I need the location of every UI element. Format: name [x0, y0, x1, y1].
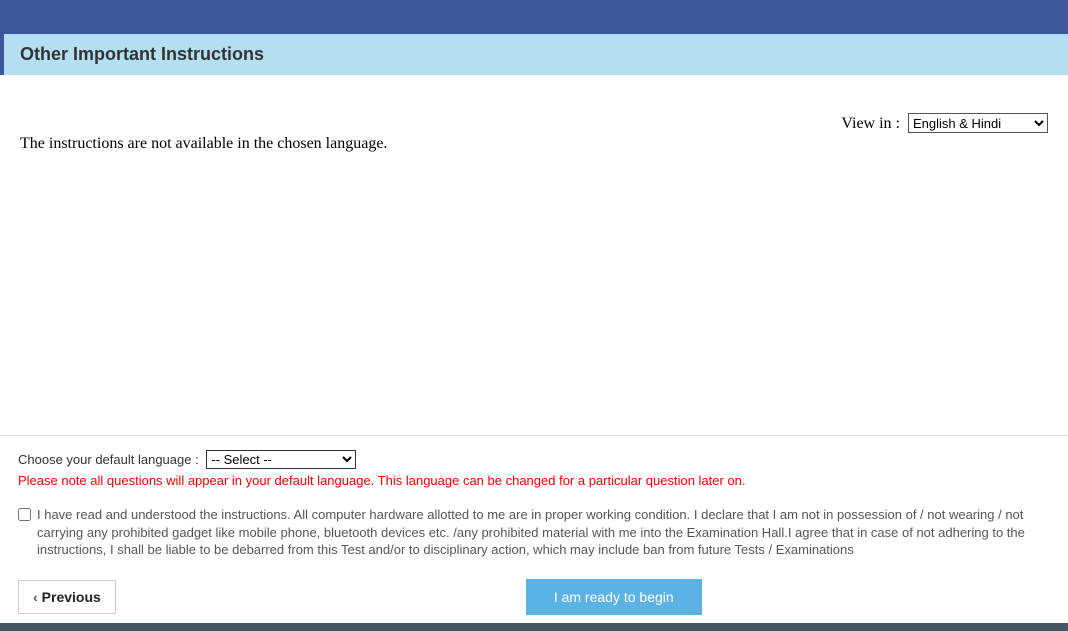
bottom-panel: Choose your default language : -- Select…: [0, 435, 1068, 615]
view-in-container: View in : English & Hindi: [841, 113, 1048, 133]
content-area: View in : English & Hindi The instructio…: [0, 75, 1068, 435]
language-note: Please note all questions will appear in…: [18, 473, 1050, 488]
chevron-left-icon: ‹: [33, 589, 38, 605]
top-header-bar: [0, 0, 1068, 34]
instructions-message: The instructions are not available in th…: [20, 135, 1048, 153]
button-row: ‹ Previous I am ready to begin: [18, 579, 1050, 615]
previous-button[interactable]: ‹ Previous: [18, 580, 116, 614]
language-row: Choose your default language : -- Select…: [18, 450, 1050, 469]
page-title: Other Important Instructions: [20, 44, 1052, 65]
page-header: Other Important Instructions: [0, 34, 1068, 75]
view-in-label: View in :: [841, 115, 904, 132]
previous-button-label: Previous: [42, 589, 101, 605]
begin-button[interactable]: I am ready to begin: [526, 579, 702, 615]
default-language-label: Choose your default language :: [18, 452, 202, 467]
view-in-select[interactable]: English & Hindi: [908, 113, 1048, 133]
agreement-row: I have read and understood the instructi…: [18, 506, 1050, 559]
default-language-select[interactable]: -- Select --: [206, 450, 356, 469]
agreement-text: I have read and understood the instructi…: [37, 506, 1050, 559]
footer-bar: [0, 623, 1068, 631]
agreement-checkbox[interactable]: [18, 508, 31, 521]
